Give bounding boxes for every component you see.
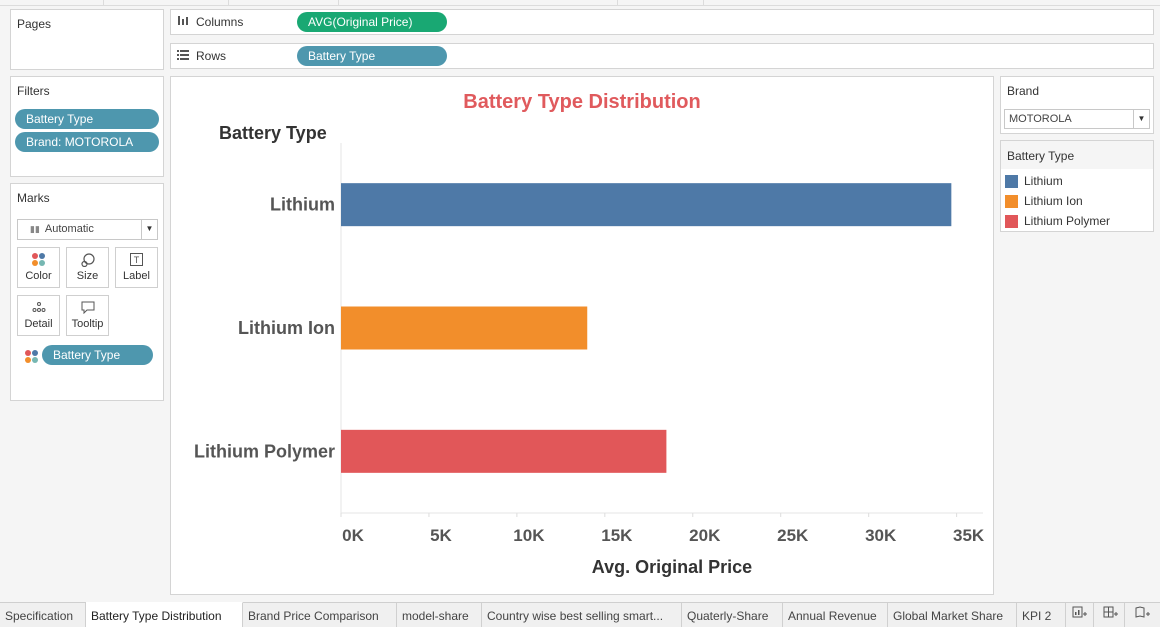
color-icon (18, 248, 59, 270)
svg-text:T: T (134, 255, 140, 265)
x-tick-label: 5K (430, 526, 452, 545)
legend-label: Lithium (1024, 174, 1063, 188)
label-button-label: Label (123, 270, 150, 282)
tooltip-button-label: Tooltip (71, 318, 104, 330)
x-tick-label: 10K (513, 526, 545, 545)
legend-title: Battery Type (1007, 149, 1075, 163)
x-tick-label: 30K (865, 526, 897, 545)
x-tick-label: 25K (777, 526, 809, 545)
filters-title: Filters (17, 84, 50, 98)
category-label: Lithium Ion (238, 318, 335, 338)
legend-swatch (1005, 174, 1018, 188)
marks-title: Marks (17, 191, 50, 205)
legend-label: Lithium Polymer (1024, 214, 1111, 228)
new-story-icon[interactable] (1128, 603, 1156, 627)
tab-country-wise-best-selling[interactable]: Country wise best selling smart... (482, 603, 682, 627)
tab-brand-price-comparison[interactable]: Brand Price Comparison (243, 603, 397, 627)
bar-lithium-ion (341, 306, 588, 350)
columns-icon (177, 15, 190, 29)
tab-model-share[interactable]: model-share (397, 603, 482, 627)
columns-label: Columns (177, 15, 243, 29)
bar-lithium-polymer (341, 429, 667, 473)
chevron-down-icon: ▼ (1133, 110, 1149, 128)
strip-divider (228, 0, 229, 6)
strip-divider (617, 0, 618, 6)
x-tick-label: 20K (689, 526, 721, 545)
label-button[interactable]: T Label (115, 247, 158, 288)
strip-divider (703, 0, 704, 6)
size-icon (67, 248, 108, 270)
legend-item-lithium-ion[interactable]: Lithium Ion (1005, 193, 1083, 209)
brand-filter-card: Brand MOTOROLA ▼ (1000, 76, 1154, 134)
new-dashboard-icon[interactable] (1097, 603, 1125, 627)
sheet-tabs-bar: Specification Battery Type Distribution … (0, 602, 1160, 627)
marks-card: Marks ▮▮ Automatic ▼ Color Size T Label (10, 183, 164, 401)
size-button[interactable]: Size (66, 247, 109, 288)
bar-chart-icon: ▮▮ (30, 224, 40, 234)
tab-kpi-2[interactable]: KPI 2 (1017, 603, 1066, 627)
filter-pill-brand[interactable]: Brand: MOTOROLA (15, 132, 159, 152)
pages-card[interactable]: Pages (10, 9, 164, 70)
tab-annual-revenue[interactable]: Annual Revenue (783, 603, 888, 627)
color-legend-card: Battery Type Lithium Lithium Ion Lithium… (1000, 140, 1154, 232)
filter-pill-battery-type[interactable]: Battery Type (15, 109, 159, 129)
color-field-icon (25, 350, 39, 367)
tab-quaterly-share[interactable]: Quaterly-Share (682, 603, 783, 627)
bar-lithium (341, 183, 952, 227)
strip-divider (338, 0, 339, 6)
strip-divider (103, 0, 104, 6)
marks-color-pill[interactable]: Battery Type (42, 345, 153, 365)
x-tick-label: 0K (342, 526, 364, 545)
tooltip-button[interactable]: Tooltip (66, 295, 109, 336)
tab-battery-type-distribution[interactable]: Battery Type Distribution (86, 602, 243, 627)
label-icon: T (116, 248, 157, 270)
viz-area: Battery Type Distribution Battery Type L… (170, 76, 994, 595)
rows-label-text: Rows (196, 49, 227, 63)
mark-type-value: Automatic (44, 223, 94, 235)
size-button-label: Size (76, 270, 99, 282)
brand-dropdown[interactable]: MOTOROLA ▼ (1004, 109, 1150, 129)
tab-global-market-share[interactable]: Global Market Share (888, 603, 1017, 627)
detail-button[interactable]: Detail (17, 295, 60, 336)
brand-filter-title: Brand (1007, 84, 1040, 98)
legend-item-lithium-polymer[interactable]: Lithium Polymer (1005, 213, 1110, 229)
mark-type-dropdown[interactable]: ▮▮ Automatic ▼ (17, 219, 158, 240)
x-tick-label: 35K (953, 526, 985, 545)
columns-shelf[interactable]: Columns AVG(Original Price) (170, 9, 1154, 35)
x-axis-title: Avg. Original Price (592, 557, 752, 577)
new-worksheet-icon[interactable] (1066, 603, 1094, 627)
detail-icon (18, 296, 59, 318)
tableau-workbook: Pages Columns AVG(Original Price) Rows B… (0, 0, 1160, 627)
tab-specification[interactable]: Specification (0, 603, 86, 627)
columns-pill[interactable]: AVG(Original Price) (297, 12, 447, 32)
legend-item-lithium[interactable]: Lithium (1005, 173, 1063, 189)
tooltip-icon (67, 296, 108, 318)
rows-pill[interactable]: Battery Type (297, 46, 447, 66)
rows-icon (177, 49, 190, 63)
detail-button-label: Detail (24, 318, 53, 330)
rows-label: Rows (177, 49, 226, 63)
x-tick-label: 15K (601, 526, 633, 545)
legend-label: Lithium Ion (1024, 194, 1083, 208)
legend-swatch (1005, 194, 1018, 208)
category-label: Lithium (270, 195, 335, 215)
chevron-down-icon: ▼ (141, 220, 157, 239)
bar-chart: Lithium Lithium Ion Lithium Polymer 0K 5K 10K… (194, 143, 985, 577)
filters-card: Filters Battery Type Brand: MOTOROLA (10, 76, 164, 177)
toolbar-strip (0, 0, 1160, 6)
color-button-label: Color (25, 270, 52, 282)
legend-swatch (1005, 214, 1018, 228)
brand-dropdown-value: MOTOROLA (1009, 113, 1072, 125)
pages-title: Pages (17, 17, 52, 31)
columns-label-text: Columns (196, 15, 244, 29)
color-button[interactable]: Color (17, 247, 60, 288)
category-label: Lithium Polymer (194, 441, 335, 461)
rows-shelf[interactable]: Rows Battery Type (170, 43, 1154, 69)
